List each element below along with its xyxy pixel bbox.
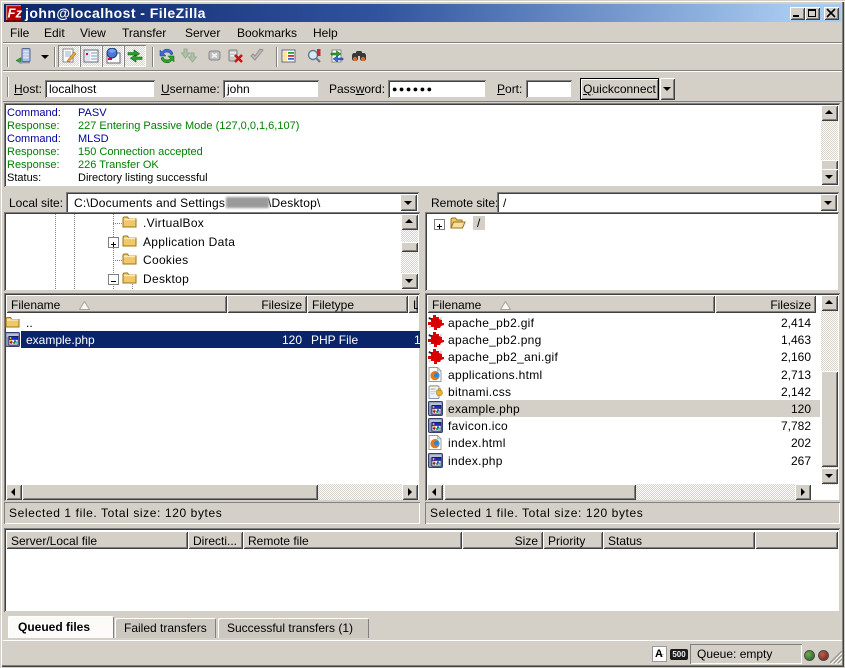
svg-text:Fz: Fz: [8, 6, 23, 21]
